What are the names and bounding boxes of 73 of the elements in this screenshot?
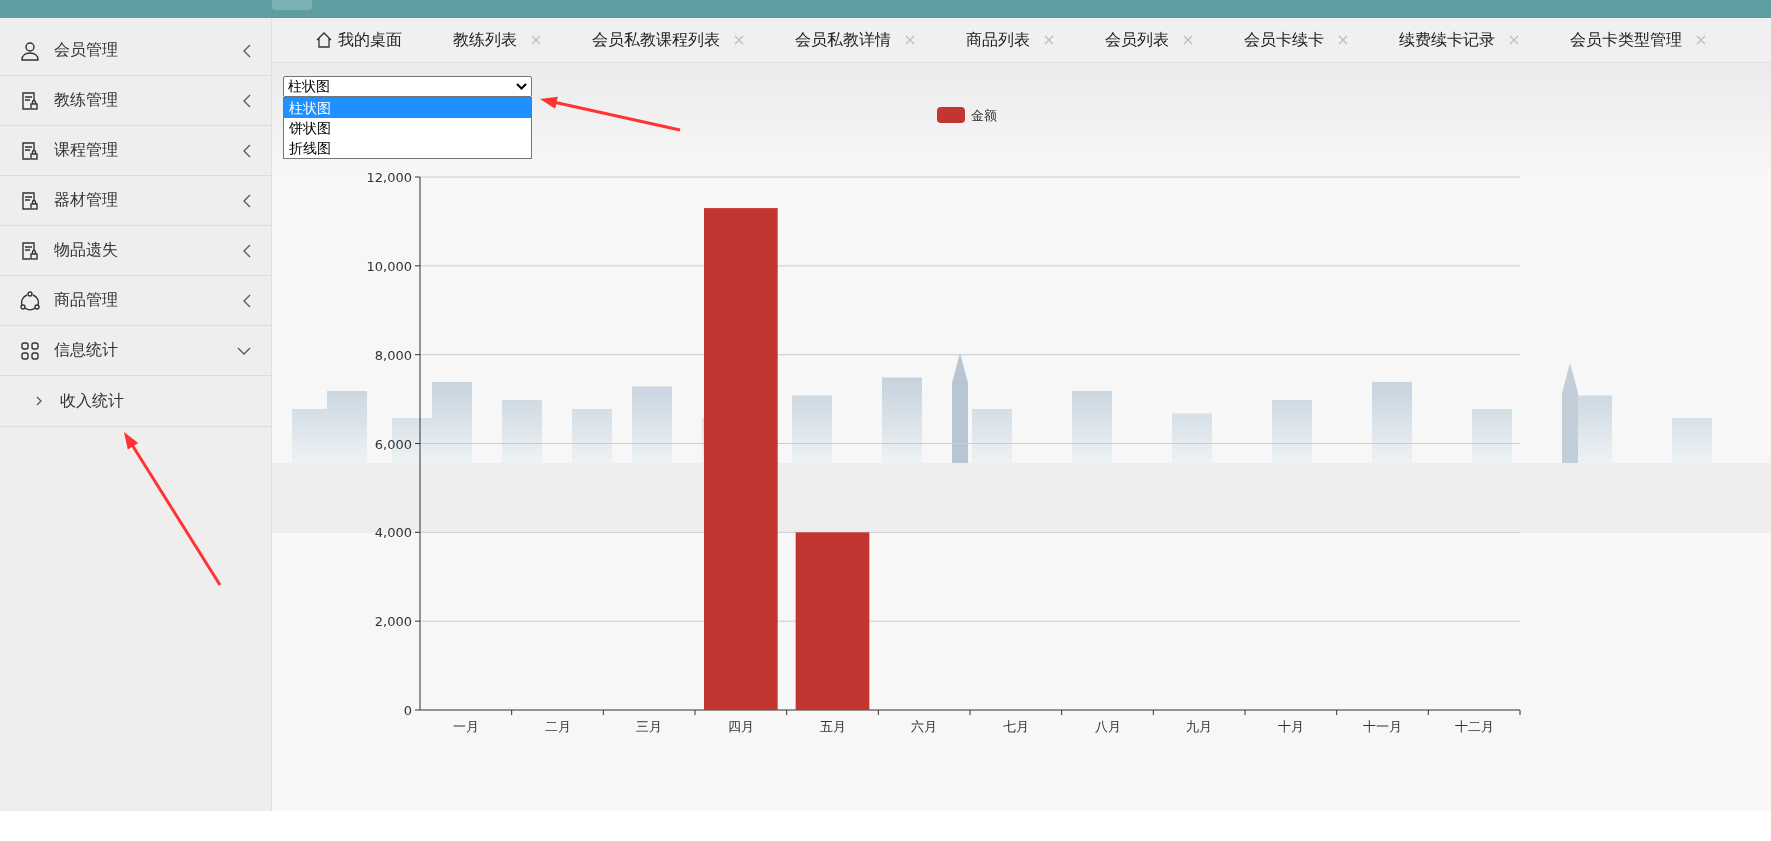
- close-icon[interactable]: [905, 35, 915, 45]
- legend-label: 金额: [971, 108, 997, 123]
- chevron-left-icon: [243, 293, 251, 308]
- axis-tick-label: 七月: [1002, 719, 1029, 734]
- axis-tick-label: 十二月: [1454, 719, 1494, 734]
- sidebar-item[interactable]: 商品管理: [0, 276, 271, 326]
- sidebar-item[interactable]: 教练管理: [0, 76, 271, 126]
- user-icon: [20, 40, 40, 61]
- chevron-left-icon: [243, 43, 251, 58]
- tab[interactable]: 会员卡续卡: [1218, 18, 1373, 62]
- top-bar-button[interactable]: [272, 0, 312, 10]
- tab-label: 教练列表: [453, 29, 517, 51]
- axis-tick-label: 九月: [1186, 719, 1213, 734]
- chevron-left-icon: [243, 193, 251, 208]
- axis-tick-label: 五月: [819, 719, 846, 734]
- tab[interactable]: 我的桌面: [290, 18, 427, 62]
- chevron-left-icon: [243, 143, 251, 158]
- axis-tick-label: 八月: [1094, 719, 1121, 734]
- tab-label: 会员卡类型管理: [1570, 29, 1682, 51]
- tab-label: 会员卡续卡: [1244, 29, 1324, 51]
- tab[interactable]: 会员私教详情: [769, 18, 940, 62]
- axis-tick-label: 2,000: [374, 614, 412, 630]
- close-icon[interactable]: [734, 35, 744, 45]
- chevron-down-icon: [237, 345, 251, 356]
- close-icon[interactable]: [1183, 35, 1193, 45]
- document-lock-icon: [20, 240, 40, 261]
- axis-tick-label: 二月: [544, 719, 571, 734]
- close-icon[interactable]: [531, 35, 541, 45]
- axis-tick-label: 十月: [1277, 719, 1304, 734]
- chevron-left-icon: [243, 93, 251, 108]
- sidebar-subitem[interactable]: 收入统计: [0, 376, 271, 427]
- tab-label: 会员私教详情: [795, 29, 891, 51]
- close-icon[interactable]: [1338, 35, 1348, 45]
- close-icon[interactable]: [1696, 35, 1706, 45]
- sidebar-item[interactable]: 信息统计: [0, 326, 271, 376]
- close-icon[interactable]: [1509, 35, 1519, 45]
- tab[interactable]: 会员卡类型管理: [1544, 18, 1731, 62]
- chevron-left-icon: [243, 243, 251, 258]
- grid-icon: [20, 340, 40, 361]
- document-lock-icon: [20, 140, 40, 161]
- tab[interactable]: 教练列表: [427, 18, 566, 62]
- sidebar-item[interactable]: 器材管理: [0, 176, 271, 226]
- document-lock-icon: [20, 190, 40, 211]
- close-icon[interactable]: [1044, 35, 1054, 45]
- sidebar-item[interactable]: 会员管理: [0, 26, 271, 76]
- tab[interactable]: 商品列表: [940, 18, 1079, 62]
- axis-tick-label: 0: [403, 703, 412, 718]
- chart-type-select[interactable]: 柱状图: [283, 76, 532, 97]
- chevron-down-icon: [516, 82, 527, 91]
- tab[interactable]: 续费续卡记录: [1373, 18, 1544, 62]
- axis-tick-label: 8,000: [374, 347, 412, 363]
- axis-tick-label: 12,000: [366, 170, 412, 185]
- tab-label: 续费续卡记录: [1399, 29, 1495, 51]
- tab[interactable]: 会员列表: [1079, 18, 1218, 62]
- axis-tick-label: 六月: [911, 719, 938, 734]
- tab-label: 会员列表: [1105, 29, 1169, 51]
- axis-tick-label: 一月: [452, 719, 479, 734]
- chevron-right-icon: [36, 396, 42, 406]
- axis-tick-label: 三月: [636, 719, 663, 734]
- axis-tick-label: 10,000: [366, 258, 412, 274]
- axis-tick-label: 十一月: [1363, 719, 1402, 734]
- axis-tick-label: 四月: [727, 719, 754, 734]
- cycle-icon: [20, 290, 40, 311]
- tab-label: 商品列表: [966, 29, 1030, 51]
- tab-label: 我的桌面: [338, 29, 402, 51]
- tab-label: 会员私教课程列表: [592, 29, 720, 51]
- axis-tick-label: 6,000: [374, 436, 412, 452]
- sidebar-item[interactable]: 课程管理: [0, 126, 271, 176]
- tab[interactable]: 会员私教课程列表: [566, 18, 769, 62]
- home-icon: [316, 32, 332, 48]
- axis-tick-label: 4,000: [374, 525, 412, 541]
- sidebar-item[interactable]: 物品遗失: [0, 226, 271, 276]
- document-lock-icon: [20, 90, 40, 111]
